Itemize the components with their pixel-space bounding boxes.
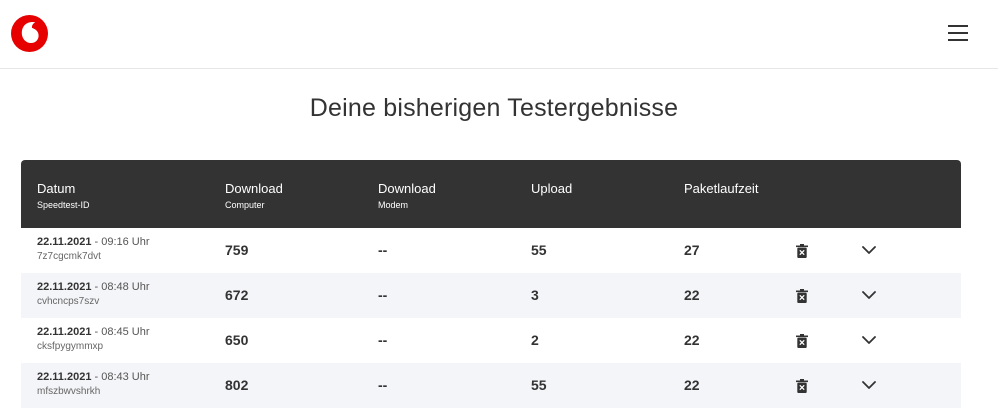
column-header-label: Download xyxy=(378,181,436,196)
download-computer-value: 759 xyxy=(225,242,249,258)
download-computer-value: 650 xyxy=(225,332,249,348)
column-header-sublabel: Speedtest-ID xyxy=(37,200,90,210)
hamburger-menu-icon[interactable] xyxy=(944,20,972,46)
download-computer-value: 672 xyxy=(225,287,249,303)
test-time: - 08:45 Uhr xyxy=(91,326,150,338)
trash-icon[interactable] xyxy=(796,379,808,393)
speedtest-id: cvhcncps7szv xyxy=(37,296,100,307)
speedtest-id: cksfpygymmxp xyxy=(37,341,104,352)
download-modem-value: -- xyxy=(378,242,388,258)
trash-icon[interactable] xyxy=(796,334,808,348)
table-header: Datum Speedtest-ID Download Computer Dow… xyxy=(21,160,961,228)
column-header-sublabel: Modem xyxy=(378,200,409,210)
table-row[interactable]: 22.11.2021 - 08:43 Uhr mfszbwvshrkh 802 … xyxy=(21,363,961,408)
column-header-ping: Paketlaufzeit xyxy=(684,181,758,196)
page-title: Deine bisherigen Testergebnisse xyxy=(309,94,679,122)
download-computer-value: 802 xyxy=(225,377,249,393)
column-header-download-modem: Download Modem xyxy=(378,181,436,210)
test-time: - 09:16 Uhr xyxy=(91,236,150,248)
date-cell: 22.11.2021 - 08:45 Uhr cksfpygymmxp xyxy=(37,326,150,353)
download-modem-value: -- xyxy=(378,332,388,348)
test-date: 22.11.2021 xyxy=(37,326,92,338)
test-time: - 08:48 Uhr xyxy=(91,281,150,293)
ping-value: 27 xyxy=(684,242,700,258)
chevron-down-icon[interactable] xyxy=(862,335,876,345)
test-date: 22.11.2021 xyxy=(37,236,92,248)
column-header-download-computer: Download Computer xyxy=(225,181,283,210)
upload-value: 3 xyxy=(531,287,539,303)
test-date: 22.11.2021 xyxy=(37,281,92,293)
site-header xyxy=(0,0,998,69)
download-modem-value: -- xyxy=(378,287,388,303)
chevron-down-icon[interactable] xyxy=(862,245,876,255)
chevron-down-icon[interactable] xyxy=(862,290,876,300)
ping-value: 22 xyxy=(684,287,700,303)
date-cell: 22.11.2021 - 08:48 Uhr cvhcncps7szv xyxy=(37,281,150,308)
ping-value: 22 xyxy=(684,377,700,393)
column-header-label: Paketlaufzeit xyxy=(684,181,759,196)
upload-value: 55 xyxy=(531,377,547,393)
date-cell: 22.11.2021 - 09:16 Uhr 7z7cgcmk7dvt xyxy=(37,236,150,263)
speedtest-id: 7z7cgcmk7dvt xyxy=(37,251,101,262)
table-row[interactable]: 22.11.2021 - 08:45 Uhr cksfpygymmxp 650 … xyxy=(21,318,961,363)
vodafone-logo-icon[interactable] xyxy=(11,15,48,52)
chevron-down-icon[interactable] xyxy=(862,380,876,390)
trash-icon[interactable] xyxy=(796,289,808,303)
table-row[interactable]: 22.11.2021 - 09:16 Uhr 7z7cgcmk7dvt 759 … xyxy=(21,228,961,273)
ping-value: 22 xyxy=(684,332,700,348)
column-header-upload: Upload xyxy=(531,181,572,196)
column-header-label: Datum xyxy=(37,181,76,196)
upload-value: 55 xyxy=(531,242,547,258)
column-header-sublabel: Computer xyxy=(225,200,265,210)
speedtest-id: mfszbwvshrkh xyxy=(37,386,101,397)
test-date: 22.11.2021 xyxy=(37,371,92,383)
column-header-label: Download xyxy=(225,181,283,196)
upload-value: 2 xyxy=(531,332,539,348)
results-table: Datum Speedtest-ID Download Computer Dow… xyxy=(21,160,961,420)
test-time: - 08:43 Uhr xyxy=(91,371,150,383)
download-modem-value: -- xyxy=(378,377,388,393)
date-cell: 22.11.2021 - 08:43 Uhr mfszbwvshrkh xyxy=(37,371,150,398)
column-header-date: Datum Speedtest-ID xyxy=(37,181,90,210)
column-header-label: Upload xyxy=(531,181,573,196)
table-row[interactable]: 22.11.2021 - 08:48 Uhr cvhcncps7szv 672 … xyxy=(21,273,961,318)
trash-icon[interactable] xyxy=(796,244,808,258)
